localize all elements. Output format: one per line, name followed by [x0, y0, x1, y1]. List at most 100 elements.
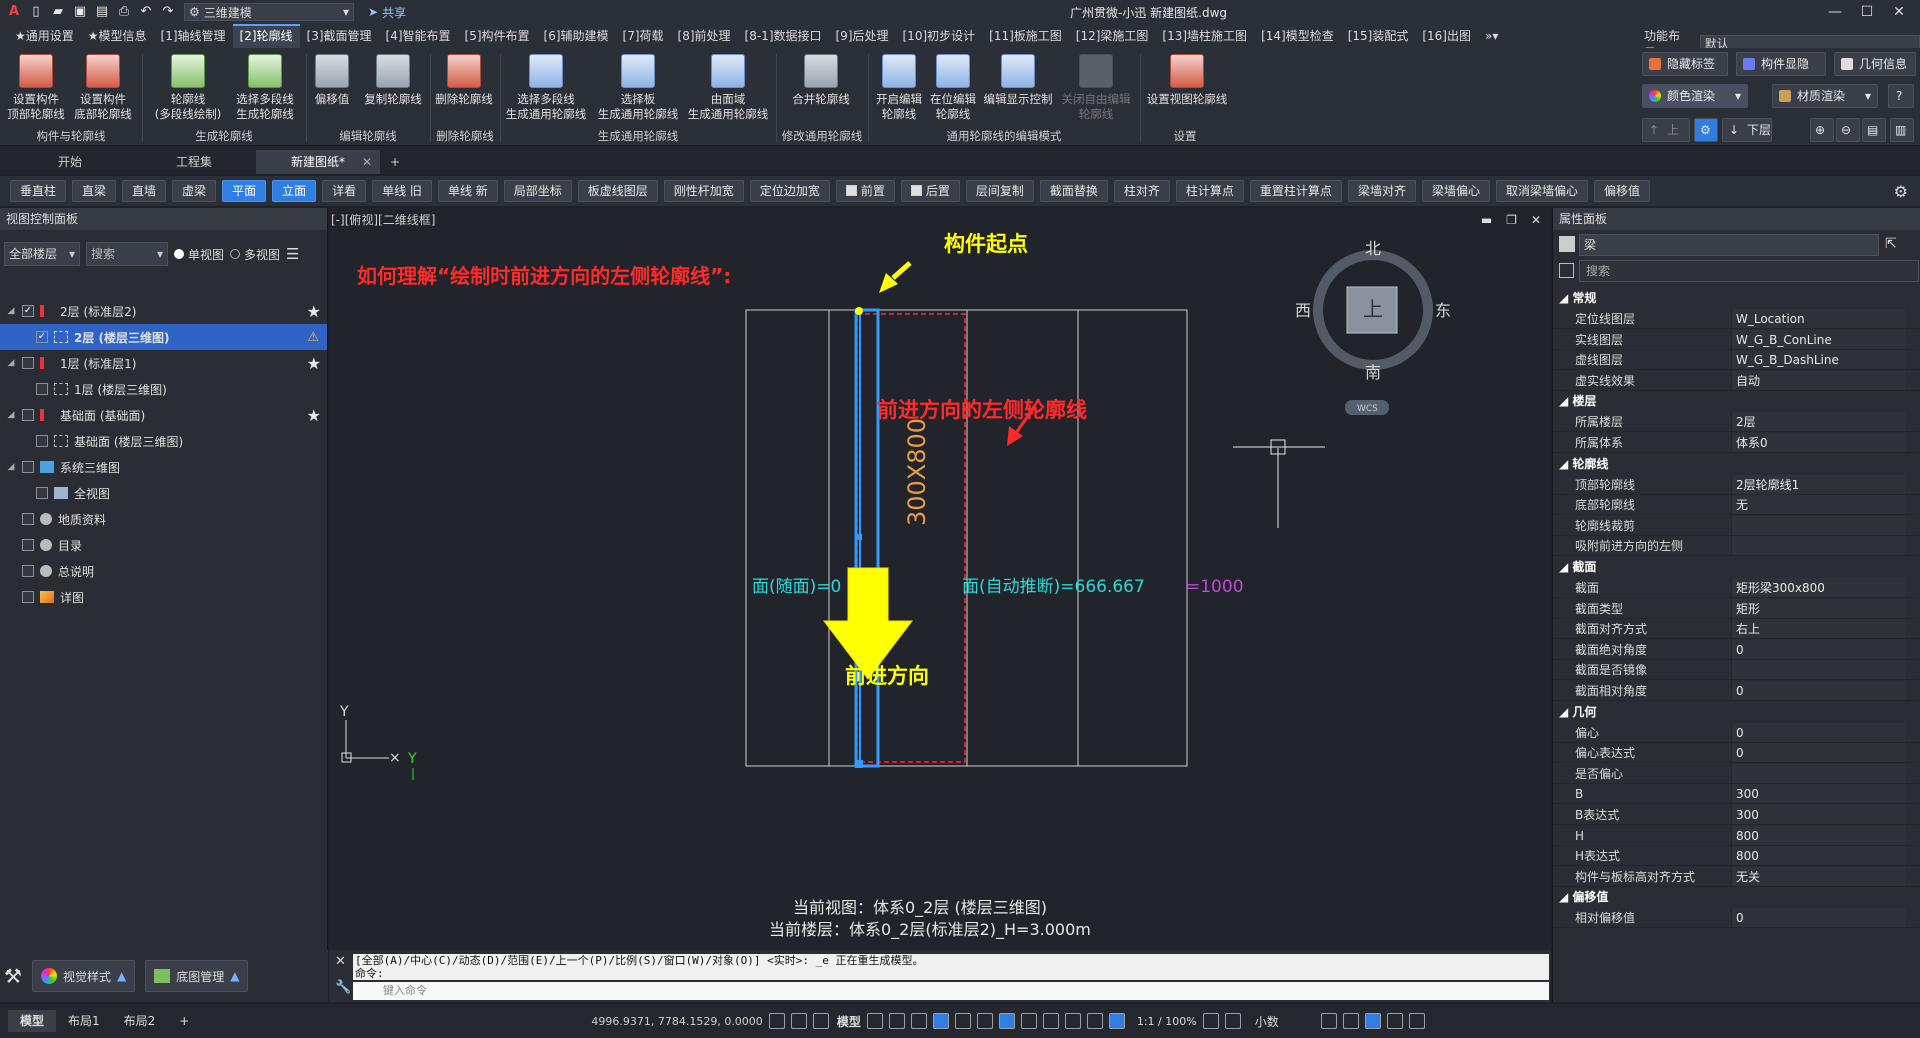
property-value[interactable]: 300 [1731, 784, 1905, 804]
tree-item-full-view[interactable]: 全视图 [0, 480, 327, 506]
set-bottom-contour-button[interactable]: 设置构件 底部轮廓线 [72, 54, 134, 122]
tree-item-floor2-3d[interactable]: ✓ 2层 (楼层三维图) ⚠ [0, 324, 327, 350]
add-tab-button[interactable]: + [380, 150, 410, 174]
geometry-info-button[interactable]: 几何信息 [1834, 52, 1916, 76]
checkbox[interactable]: ✓ [36, 331, 48, 343]
command-input[interactable]: 键入命令 [353, 982, 1549, 1000]
property-value[interactable]: ✓ [1731, 536, 1905, 556]
add-icon[interactable] [1224, 1013, 1241, 1029]
straight-beam-button[interactable]: 直梁 [72, 180, 117, 202]
checkbox[interactable] [22, 591, 34, 603]
snap-icon[interactable] [790, 1013, 807, 1029]
viewport-mode[interactable]: [-][俯视][二维线框] [331, 213, 435, 227]
menu-postprocess[interactable]: [9]后处理 [829, 24, 896, 48]
isolate-icon[interactable] [1342, 1013, 1359, 1029]
property-category[interactable]: ◢ 常规 [1553, 288, 1920, 308]
grid-icon[interactable] [866, 1013, 883, 1029]
single-view-radio[interactable]: 单视图 [174, 246, 224, 263]
floor-select[interactable]: 全部楼层 [4, 242, 80, 266]
zoom-in-icon[interactable]: ⊕ [1810, 118, 1834, 142]
wrench-icon[interactable]: 🔧 [335, 980, 351, 995]
property-value[interactable]: 2层 [1731, 412, 1905, 432]
close-icon[interactable]: ✕ [362, 150, 372, 174]
menu-wall-column-drawing[interactable]: [13]墙柱施工图 [1155, 24, 1254, 48]
offset-button[interactable]: 偏移值 [310, 54, 354, 107]
virtual-beam-button[interactable]: 虚梁 [172, 180, 217, 202]
property-value[interactable]: 矩形梁300x800 [1731, 578, 1905, 597]
property-value[interactable]: W_G_B_ConLine [1731, 329, 1905, 349]
maximize-button[interactable]: ☐ [1852, 2, 1882, 22]
transparency-icon[interactable] [1064, 1013, 1081, 1029]
property-value[interactable]: 300 [1731, 805, 1905, 824]
grid-icon[interactable] [1559, 263, 1574, 278]
straight-wall-button[interactable]: 直墙 [122, 180, 167, 202]
set-view-contour-button[interactable]: 设置视图轮廓线 [1144, 54, 1230, 107]
property-value[interactable]: 800 [1731, 825, 1905, 845]
clean-screen-icon[interactable] [1386, 1013, 1403, 1029]
help-button[interactable]: ? [1888, 84, 1914, 108]
close-button[interactable]: ✕ [1884, 2, 1914, 22]
snap-mode-icon[interactable] [888, 1013, 905, 1029]
star-icon[interactable]: ★ [307, 406, 321, 425]
vertical-column-button[interactable]: 垂直柱 [10, 180, 67, 202]
cancel-eccentric-button[interactable]: 取消梁墙偏心 [1495, 180, 1588, 202]
beam-wall-align-button[interactable]: 梁墙对齐 [1347, 180, 1416, 202]
settings-gear-icon[interactable]: ⚙ [1894, 182, 1908, 201]
checkbox[interactable] [22, 461, 34, 473]
region-general-contour-button[interactable]: 由面域 生成通用轮廓线 [684, 54, 772, 122]
minimize-button[interactable]: — [1820, 2, 1850, 22]
local-coordinates-button[interactable]: 局部坐标 [503, 180, 572, 202]
new-file-icon[interactable]: ▯ [28, 4, 44, 20]
member-visibility-button[interactable]: 构件显隐 [1736, 52, 1826, 76]
tree-item-catalog[interactable]: 目录 [0, 532, 327, 558]
property-value[interactable]: 0 [1731, 743, 1905, 763]
properties-icon[interactable] [1320, 1013, 1337, 1029]
property-value[interactable]: 800 [1731, 846, 1905, 866]
reset-column-calc-point-button[interactable]: 重置柱计算点 [1249, 180, 1342, 202]
floor-copy-button[interactable]: 层间复制 [965, 180, 1034, 202]
property-value[interactable]: W_Location [1731, 309, 1905, 328]
property-value[interactable] [1731, 660, 1905, 680]
tree-item-details[interactable]: 详图 [0, 584, 327, 610]
slab-general-contour-button[interactable]: 选择板 生成通用轮廓线 [594, 54, 682, 122]
star-icon[interactable]: ★ [307, 302, 321, 321]
checkbox[interactable] [22, 409, 34, 421]
checkbox[interactable] [22, 565, 34, 577]
lineweight-icon[interactable] [1042, 1013, 1059, 1029]
polyline-general-contour-button[interactable]: 选择多段线 生成通用轮廓线 [502, 54, 590, 122]
search-select[interactable]: 搜索 [86, 242, 168, 266]
menu-axis[interactable]: [1]轴线管理 [154, 24, 233, 48]
workspace-select[interactable]: ⚙ 三维建模 ▾ [184, 3, 354, 21]
ortho-icon[interactable] [812, 1013, 829, 1029]
checkbox[interactable]: ✓ [22, 305, 34, 317]
menu-aux-modeling[interactable]: [6]辅助建模 [537, 24, 616, 48]
property-value[interactable]: 0 [1731, 908, 1905, 928]
collapse-icon[interactable]: ◢ [1559, 457, 1572, 471]
property-value[interactable]: 右上 [1731, 619, 1905, 639]
grid-display-icon[interactable] [768, 1013, 785, 1029]
upper-floor-button[interactable]: ↑上层 [1642, 118, 1690, 159]
share-button[interactable]: ➤ 共享 [368, 4, 406, 21]
save-icon[interactable]: ▣ [72, 4, 88, 20]
tree-item-floor2-standard[interactable]: ◢ ✓ 2层 (标准层2) ★ [0, 298, 327, 324]
minimize-icon[interactable]: ▬ [1481, 208, 1492, 232]
checkbox[interactable] [22, 357, 34, 369]
tree-item-system-3d[interactable]: ◢ 系统三维图 [0, 454, 327, 480]
tree-item-floor1-standard[interactable]: ◢ 1层 (标准层1) ★ [0, 350, 327, 376]
menu-more-icon[interactable]: »▾ [1478, 24, 1505, 48]
menu-preprocess[interactable]: [8]前处理 [671, 24, 738, 48]
property-value[interactable]: 矩形 [1731, 598, 1905, 618]
collapse-icon[interactable]: ◢ [1559, 890, 1572, 904]
zoom-window-icon[interactable]: ▤ [1862, 118, 1886, 142]
floor-settings-button[interactable]: ⚙ [1694, 118, 1718, 142]
menu-model-info[interactable]: ★模型信息 [81, 24, 154, 48]
checkbox[interactable] [22, 539, 34, 551]
checkbox[interactable] [36, 487, 48, 499]
settings-icon[interactable] [1202, 1013, 1219, 1029]
edit-display-control-button[interactable]: 编辑显示控制 [982, 54, 1054, 107]
close-icon[interactable]: ✕ [335, 954, 346, 969]
tab-layout1[interactable]: 布局1 [56, 1010, 112, 1032]
collapse-icon[interactable]: ◢ [1559, 705, 1572, 719]
property-value[interactable]: W_G_B_DashLine [1731, 350, 1905, 370]
scale-readout[interactable]: 1:1 / 100% [1137, 1015, 1197, 1028]
